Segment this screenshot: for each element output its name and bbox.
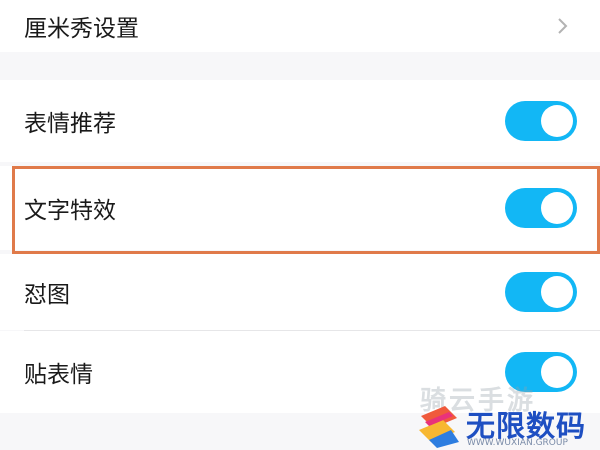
chevron-right-icon (558, 18, 568, 34)
settings-row-emoji-recommend: 表情推荐 (0, 80, 600, 162)
settings-row-label: 厘米秀设置 (24, 16, 139, 42)
settings-row-meme-reply: 怼图 (0, 254, 600, 330)
watermark-brand-url: WWW.WUXIAN.GROUP (467, 438, 568, 448)
toggle-knob (541, 356, 573, 388)
watermark-logo-icon (419, 406, 459, 448)
settings-row-label: 文字特效 (24, 198, 116, 224)
toggle-knob (541, 105, 573, 137)
meme-reply-toggle[interactable] (505, 272, 577, 312)
settings-row-cmshow[interactable]: 厘米秀设置 (0, 0, 600, 52)
emoji-recommend-toggle[interactable] (505, 101, 577, 141)
settings-row-label: 表情推荐 (24, 111, 116, 137)
settings-row-text-effects: 文字特效 (0, 166, 600, 250)
settings-row-label: 贴表情 (24, 362, 93, 388)
toggle-knob (541, 276, 573, 308)
settings-row-label: 怼图 (24, 282, 70, 308)
text-effects-toggle[interactable] (505, 188, 577, 228)
toggle-knob (541, 192, 573, 224)
